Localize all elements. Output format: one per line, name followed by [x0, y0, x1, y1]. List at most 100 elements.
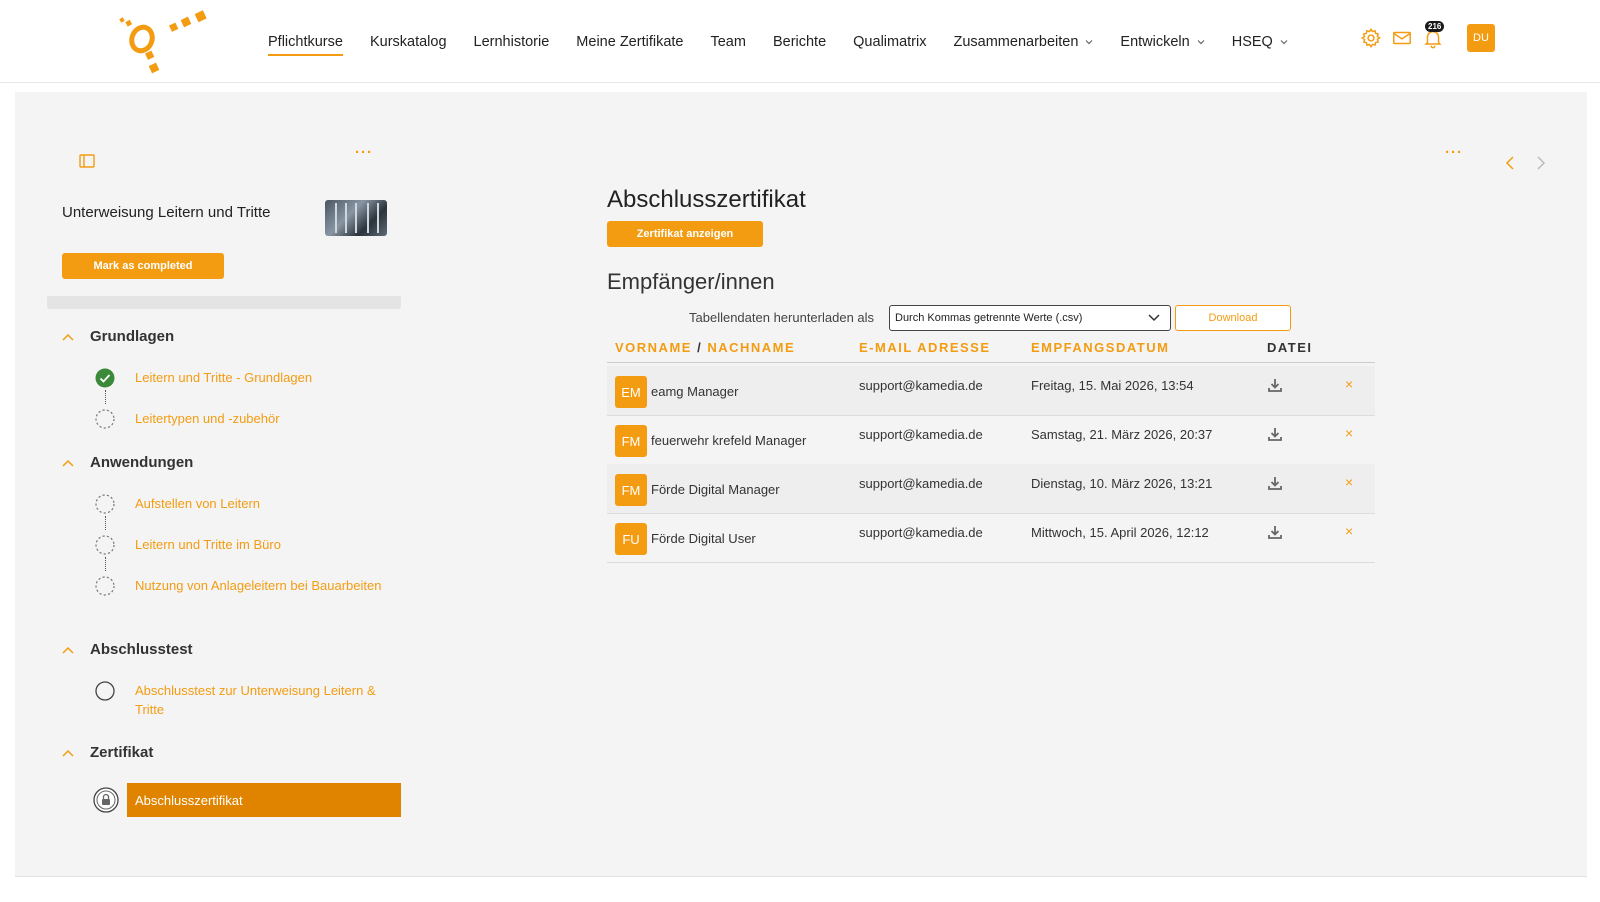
chevron-down-icon [1148, 314, 1160, 322]
table-header-divider [607, 362, 1375, 363]
nav-item-entwickeln[interactable]: Entwickeln [1120, 34, 1205, 50]
outline-lesson-label: Leitern und Tritte - Grundlagen [135, 370, 313, 385]
sidebar-more-icon[interactable]: ··· [355, 145, 373, 160]
show-certificate-button[interactable]: Zertifikat anzeigen [607, 221, 763, 247]
recipient-name: Förde Digital Manager [651, 482, 780, 497]
download-format-select[interactable]: Durch Kommas getrennte Werte (.csv) [889, 305, 1171, 331]
column-header-email[interactable]: E-MAIL ADRESSE [859, 340, 991, 355]
column-header-date[interactable]: EMPFANGSDATUM [1031, 340, 1169, 355]
recipient-date: Mittwoch, 15. April 2026, 12:12 [1031, 525, 1209, 540]
nav-item-label: HSEQ [1231, 33, 1273, 50]
outline-section-anwendungen[interactable]: Anwendungen [62, 454, 193, 471]
content-more-icon[interactable]: ··· [1445, 145, 1463, 160]
outline-lesson[interactable]: Leitern und Tritte im Büro [95, 535, 281, 555]
outline-lesson[interactable]: Nutzung von Anlageleitern bei Bauarbeite… [95, 576, 381, 596]
chevron-right-icon[interactable] [1536, 156, 1546, 170]
delete-icon[interactable]: × [1345, 376, 1353, 392]
nav-item-zusammenarbeiten[interactable]: Zusammenarbeiten [953, 34, 1093, 50]
download-icon[interactable] [1267, 426, 1283, 442]
outline-section-grundlagen[interactable]: Grundlagen [62, 328, 174, 345]
column-firstname-label[interactable]: VORNAME [615, 340, 692, 355]
nav-item-label: Qualimatrix [853, 33, 927, 50]
user-avatar[interactable]: DU [1467, 24, 1495, 52]
outline-lesson[interactable]: Abschlusstest zur Unterweisung Leitern &… [95, 681, 395, 719]
notification-badge: 216 [1425, 21, 1445, 32]
gear-icon[interactable] [1360, 27, 1382, 49]
table-row: FM feuerwehr krefeld Manager support@kamed… [607, 415, 1375, 465]
nav-item-label: Meine Zertifikate [576, 33, 684, 50]
nav-item-label: Pflichtkurse [268, 33, 343, 50]
outline-lesson[interactable]: Leitern und Tritte - Grundlagen [95, 368, 312, 388]
dashed-circle-icon [95, 494, 115, 514]
download-format-label: Tabellendaten herunterladen als [689, 310, 875, 325]
recipient-avatar: FM [615, 425, 647, 457]
outline-section-title: Anwendungen [90, 454, 194, 471]
column-separator: / [697, 340, 703, 355]
chevron-down-icon [1280, 39, 1288, 44]
outline-lesson-label: Leitern und Tritte im Büro [135, 537, 281, 552]
nav-item-label: Kurskatalog [369, 33, 447, 50]
recipient-email: support@kamedia.de [859, 476, 983, 491]
bell-icon[interactable]: 216 [1422, 21, 1445, 49]
sidebar-toggle-icon[interactable] [79, 154, 95, 168]
outline-lesson[interactable]: Aufstellen von Leitern [95, 494, 260, 514]
page-title: Abschlusszertifikat [607, 186, 806, 213]
outline-section-abschlusstest[interactable]: Abschlusstest [62, 641, 193, 658]
chevron-up-icon [62, 333, 74, 341]
recipients-heading: Empfänger/innen [607, 269, 775, 294]
recipient-email: support@kamedia.de [859, 427, 983, 442]
nav-item-hseq[interactable]: HSEQ [1232, 34, 1288, 50]
nav-icon-group: 216 DU [1360, 21, 1495, 52]
brand-logo[interactable] [116, 6, 208, 78]
download-button[interactable]: Download [1175, 305, 1291, 331]
check-circle-icon [95, 368, 115, 388]
course-progress-bar [47, 296, 401, 309]
outline-lesson-label: Leitertypen und -zubehör [135, 411, 280, 426]
column-lastname-label[interactable]: NACHNAME [707, 340, 795, 355]
download-icon[interactable] [1267, 377, 1283, 393]
nav-item-meine-zertifikate[interactable]: Meine Zertifikate [576, 34, 683, 50]
download-icon[interactable] [1267, 524, 1283, 540]
outline-connector [105, 516, 106, 530]
nav-item-qualimatrix[interactable]: Qualimatrix [853, 34, 926, 50]
delete-icon[interactable]: × [1345, 523, 1353, 539]
recipient-name: eamg Manager [651, 384, 739, 399]
delete-icon[interactable]: × [1345, 474, 1353, 490]
outline-lesson[interactable]: Leitertypen und -zubehör [95, 409, 280, 429]
table-row: FU Förde Digital User support@kamedia.de Mi… [607, 513, 1375, 563]
chevron-left-icon[interactable] [1505, 156, 1515, 170]
lock-icon [93, 787, 119, 813]
recipient-email: support@kamedia.de [859, 378, 983, 393]
column-header-file: DATEI [1267, 340, 1313, 355]
chevron-down-icon [1085, 39, 1093, 44]
recipient-avatar: FU [615, 523, 647, 555]
outline-lesson-active[interactable]: Abschlusszertifikat [127, 783, 401, 817]
column-header-firstname[interactable]: VORNAME / NACHNAME [615, 340, 795, 355]
course-thumbnail [325, 200, 387, 236]
recipient-date: Freitag, 15. Mai 2026, 13:54 [1031, 378, 1194, 393]
recipient-email: support@kamedia.de [859, 525, 983, 540]
chevron-up-icon [62, 749, 74, 757]
recipient-name: Förde Digital User [651, 531, 756, 546]
mark-completed-button[interactable]: Mark as completed [62, 253, 224, 279]
nav-item-team[interactable]: Team [710, 34, 745, 50]
chevron-down-icon [1197, 39, 1205, 44]
top-navbar: Pflichtkurse Kurskatalog Lernhistorie Meine… [0, 0, 1600, 83]
table-row: EM eamg Manager support@kamedia.de Freitag,… [607, 366, 1375, 416]
table-row: FM Förde Digital Manager support@kamedia.d… [607, 464, 1375, 514]
mail-icon[interactable] [1391, 27, 1413, 49]
nav-item-lernhistorie[interactable]: Lernhistorie [474, 34, 550, 50]
dashed-circle-icon [95, 409, 115, 429]
chevron-up-icon [62, 646, 74, 654]
nav-item-label: Team [710, 33, 746, 50]
nav-item-label: Zusammenarbeiten [953, 33, 1079, 50]
nav-item-berichte[interactable]: Berichte [773, 34, 826, 50]
nav-item-kurskatalog[interactable]: Kurskatalog [370, 34, 447, 50]
outline-section-title: Grundlagen [90, 328, 175, 345]
nav-item-pflichtkurse[interactable]: Pflichtkurse [268, 33, 343, 56]
outline-section-zertifikat[interactable]: Zertifikat [62, 744, 153, 761]
circle-icon [95, 681, 115, 701]
download-icon[interactable] [1267, 475, 1283, 491]
recipient-avatar: FM [615, 474, 647, 506]
delete-icon[interactable]: × [1345, 425, 1353, 441]
